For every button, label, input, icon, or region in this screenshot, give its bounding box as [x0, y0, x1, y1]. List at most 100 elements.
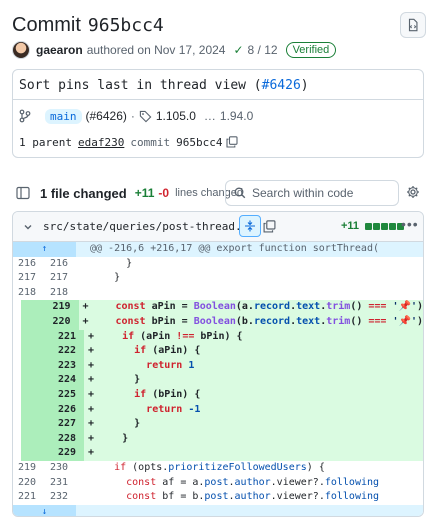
new-line-number[interactable]: 221	[52, 329, 84, 345]
old-line-number[interactable]: 220	[13, 475, 44, 491]
diff-sign	[76, 476, 90, 491]
code-text: const bPin = Boolean(b.record.text.trim(…	[91, 314, 423, 330]
old-line-number[interactable]	[21, 329, 52, 345]
code-text: return -1	[98, 402, 423, 418]
expand-up-icon[interactable]: ↑	[13, 242, 76, 257]
old-line-number[interactable]	[21, 300, 50, 315]
diff-sign	[76, 257, 90, 272]
verified-badge[interactable]: Verified	[285, 42, 337, 58]
old-line-number[interactable]	[21, 431, 52, 447]
tag-ellipsis: …	[203, 109, 216, 123]
old-line-number[interactable]	[21, 344, 52, 359]
unfold-icon	[245, 220, 255, 232]
diff-sign: +	[78, 314, 92, 330]
diff-line: 220 + const bPin = Boolean(b.record.text.…	[21, 314, 423, 330]
new-line-number[interactable]: 226	[52, 402, 84, 418]
commit-details-box: Sort pins last in thread view (#6426) ma…	[12, 69, 424, 158]
expand-down-icon[interactable]: ↓	[13, 504, 76, 516]
file-path[interactable]: src/state/queries/post-thread.ts	[43, 220, 255, 233]
hunk-header: @@ -216,6 +216,17 @@ export function sor…	[90, 243, 379, 254]
new-line-number[interactable]: 227	[52, 417, 84, 432]
parent-sha-link[interactable]: edaf230	[78, 136, 124, 149]
new-line-number[interactable]: 216	[44, 256, 76, 272]
new-line-number[interactable]: 225	[52, 387, 84, 403]
diff-sign: +	[84, 402, 98, 418]
diff-sign: +	[84, 387, 98, 403]
expand-all-button[interactable]	[239, 215, 261, 237]
new-line-number[interactable]: 232	[44, 490, 76, 505]
old-line-number[interactable]	[21, 446, 52, 461]
search-input[interactable]	[252, 186, 392, 200]
additions-count: +11	[134, 186, 155, 200]
parent-row: 1 parent edaf230 commit 965bcc4	[19, 134, 239, 150]
diffstat-block	[373, 223, 380, 230]
commit-message: Sort pins last in thread view (#6426)	[13, 70, 423, 100]
old-line-number[interactable]: 216	[13, 256, 44, 272]
diff-line: 221 232 const bf = b.post.author.viewer?.…	[13, 490, 423, 505]
author-link[interactable]: gaearon	[36, 43, 83, 57]
new-line-number[interactable]: 224	[52, 373, 84, 388]
branch-label[interactable]: main	[45, 108, 82, 124]
commit-sha-title: 965bcc4	[87, 14, 164, 36]
old-line-number[interactable]	[21, 314, 50, 330]
tag-latest[interactable]: 1.105.0	[156, 109, 196, 123]
tag-oldest[interactable]: 1.94.0	[220, 109, 253, 123]
expand-down-row: ↓	[13, 504, 423, 516]
file-header: src/state/queries/post-thread.ts +11 •••	[13, 212, 423, 242]
old-line-number[interactable]	[21, 358, 52, 374]
branch-pr[interactable]: (#6426)	[86, 109, 127, 123]
old-line-number[interactable]	[21, 373, 52, 388]
new-line-number[interactable]: 228	[52, 431, 84, 447]
sidebar-toggle-icon[interactable]	[16, 186, 30, 200]
check-icon[interactable]: ✓	[233, 43, 243, 57]
new-line-number[interactable]: 230	[44, 460, 76, 476]
diff-sign: +	[84, 344, 98, 359]
diff-sign: +	[84, 373, 98, 388]
pr-link[interactable]: #6426	[262, 78, 301, 93]
files-changed-bar: 1 file changed +11 -0 lines changed	[12, 180, 424, 206]
search-icon	[234, 187, 246, 199]
gear-icon[interactable]	[406, 185, 420, 199]
more-options-icon[interactable]: •••	[401, 216, 419, 232]
search-box[interactable]	[225, 180, 399, 206]
diff-line: 219 + const aPin = Boolean(a.record.text.…	[21, 300, 423, 315]
new-line-number[interactable]: 222	[52, 344, 84, 359]
diff-sign: +	[78, 300, 92, 315]
commit-sha: 965bcc4	[176, 135, 223, 149]
old-line-number[interactable]	[21, 402, 52, 418]
new-line-number[interactable]: 217	[44, 271, 76, 286]
code-text: if (opts.prioritizeFollowedUsers) {	[114, 461, 325, 473]
new-line-number[interactable]: 218	[44, 285, 76, 301]
code-text: if (aPin) {	[98, 344, 423, 359]
diff-line: 217 217 }	[13, 271, 423, 286]
diff-line: 224 + }	[21, 373, 423, 388]
code-text	[98, 446, 423, 461]
checks-count[interactable]: 8 / 12	[248, 43, 278, 57]
new-line-number[interactable]: 223	[52, 358, 84, 374]
diff-sign	[76, 490, 90, 505]
code-text: }	[90, 272, 121, 284]
new-line-number[interactable]: 231	[44, 475, 76, 491]
new-line-number[interactable]: 220	[49, 314, 79, 330]
chevron-down-icon[interactable]	[23, 222, 33, 232]
diff-line: 221 + if (aPin !== bPin) {	[21, 329, 423, 345]
old-line-number[interactable]	[21, 387, 52, 403]
code-text: }	[98, 417, 423, 432]
copy-path-icon[interactable]	[263, 220, 276, 233]
diff-file: src/state/queries/post-thread.ts +11 •••…	[12, 211, 424, 517]
old-line-number[interactable]: 221	[13, 490, 44, 505]
browse-files-button[interactable]	[400, 12, 426, 38]
new-line-number[interactable]: 219	[49, 300, 79, 315]
file-additions: +11	[341, 220, 360, 232]
avatar[interactable]	[12, 41, 30, 59]
separator-dot: ·	[130, 109, 135, 123]
diff-sign: +	[84, 431, 98, 447]
old-line-number[interactable]: 218	[13, 285, 44, 301]
diff-line: 216 216 }	[13, 256, 423, 272]
copy-icon[interactable]	[226, 136, 239, 148]
old-line-number[interactable]	[21, 417, 52, 432]
code-text: }	[90, 257, 133, 269]
old-line-number[interactable]: 219	[13, 460, 44, 476]
old-line-number[interactable]: 217	[13, 271, 44, 286]
new-line-number[interactable]: 229	[52, 446, 84, 461]
